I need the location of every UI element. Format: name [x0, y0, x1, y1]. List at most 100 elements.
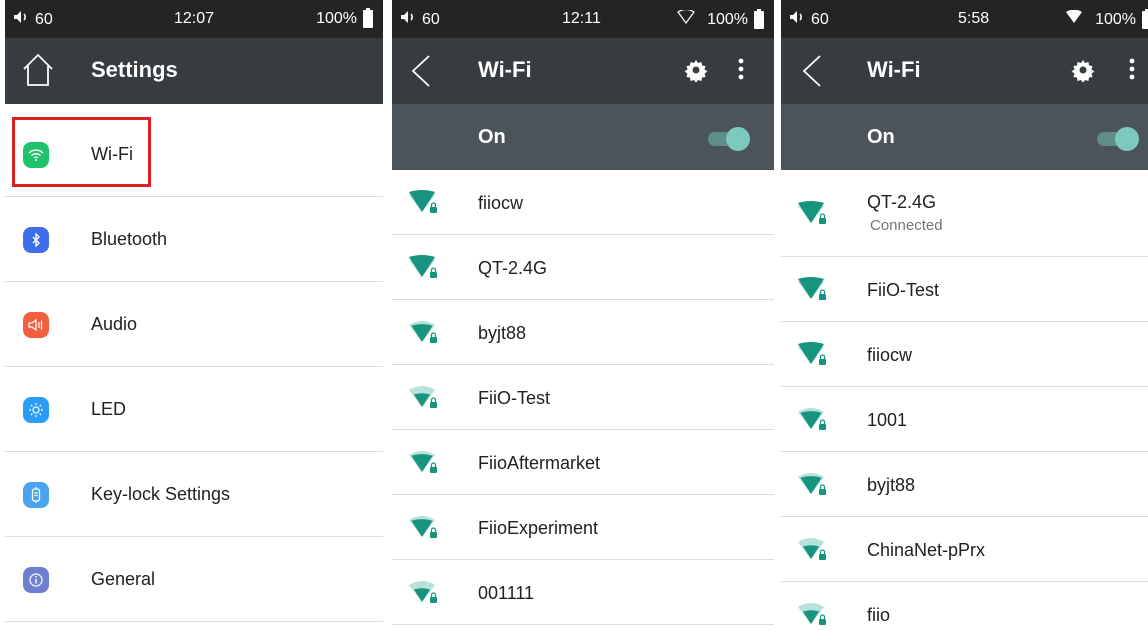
home-icon[interactable] [21, 52, 55, 93]
network-name: FiioAftermarket [478, 452, 601, 473]
app-bar: Settings [5, 38, 383, 104]
wifi-signal-lock-icon [408, 320, 440, 351]
volume-indicator: 60 [400, 10, 440, 29]
network-item[interactable]: 001111 [392, 560, 774, 625]
toggle-knob [726, 127, 750, 151]
settings-item-label: LED [91, 399, 127, 419]
wifi-toggle[interactable] [708, 127, 750, 151]
toggle-knob [1115, 127, 1139, 151]
wifi-toggle[interactable] [1097, 127, 1139, 151]
network-name: fiiocw [478, 192, 524, 213]
volume-indicator: 60 [13, 10, 53, 29]
settings-item-bluetooth[interactable]: Bluetooth [5, 197, 383, 282]
wifi-signal-lock-icon [797, 407, 829, 438]
network-item[interactable]: byjt88 [781, 452, 1148, 517]
network-item[interactable]: fiio [781, 582, 1148, 630]
bluetooth-icon [23, 227, 49, 253]
wifi-signal-lock-icon [797, 276, 829, 308]
network-item[interactable]: FiiO-Test [392, 365, 774, 430]
network-name: FiiO-Test [867, 279, 939, 300]
network-item[interactable]: 1001 [781, 387, 1148, 452]
gear-icon[interactable] [684, 58, 708, 87]
network-status: Connected [870, 216, 943, 234]
settings-item-general[interactable]: General [5, 537, 383, 622]
battery-percent: 100% [1095, 10, 1136, 28]
overflow-menu-icon[interactable] [1129, 58, 1135, 85]
wifi-signal-lock-icon [797, 602, 829, 630]
network-list: fiiocw QT-2.4G byjt88 FiiO-Test FiioAftermar… [392, 170, 774, 625]
network-item[interactable]: fiiocw [392, 170, 774, 235]
wifi-switch-label: On [867, 126, 895, 148]
settings-item-key-lock[interactable]: Key-lock Settings [5, 452, 383, 537]
status-bar: 60 5:58 100% [781, 0, 1148, 38]
status-right: 100% [316, 8, 373, 28]
wifi-signal-lock-icon [408, 515, 440, 546]
volume-indicator: 60 [789, 10, 829, 29]
volume-value: 60 [811, 10, 829, 28]
volume-value: 60 [422, 10, 440, 28]
network-name: fiio [867, 604, 891, 625]
overflow-menu-icon[interactable] [738, 58, 744, 85]
wifi-signal-lock-icon [408, 385, 440, 416]
clock: 12:11 [562, 10, 601, 27]
wifi-signal-lock-icon [797, 200, 829, 232]
status-right: 100% [677, 8, 764, 29]
battery-percent: 100% [316, 10, 357, 27]
wifi-switch-bar: On [781, 104, 1148, 170]
brightness-icon [23, 397, 49, 423]
info-icon [23, 567, 49, 593]
volume-icon [789, 10, 805, 29]
page-title: Settings [91, 57, 178, 82]
volume-icon [400, 10, 416, 29]
network-name: QT-2.4G [478, 257, 548, 278]
network-item[interactable]: Connected QT-2.4G [781, 170, 1148, 257]
volume-icon [13, 10, 29, 29]
network-name: 1001 [867, 409, 908, 430]
status-bar: 60 12:11 100% [392, 0, 774, 38]
network-item[interactable]: FiiO-Test [781, 257, 1148, 322]
wifi-screen-connected: 60 5:58 100% Wi-Fi On Connected QT-2.4G Fi… [781, 0, 1148, 630]
status-right: 100% [1065, 8, 1148, 29]
network-list: Connected QT-2.4G FiiO-Test fiiocw 1001 byjt8… [781, 170, 1148, 630]
settings-item-label: Bluetooth [91, 229, 168, 249]
clock: 12:07 [174, 10, 215, 27]
settings-item-label: Audio [91, 314, 138, 334]
network-name: byjt88 [478, 322, 527, 343]
page-title: Wi-Fi [867, 57, 921, 82]
wifi-screen-scanning: 60 12:11 100% Wi-Fi On fiiocw QT-2.4G byjt… [392, 0, 774, 630]
settings-screen: 60 12:07 100% Settings Wi-Fi Bluetooth A… [5, 0, 383, 630]
settings-item-audio[interactable]: Audio [5, 282, 383, 367]
network-item[interactable]: FiioAftermarket [392, 430, 774, 495]
network-name: fiiocw [867, 344, 913, 365]
network-item[interactable]: FiioExperiment [392, 495, 774, 560]
wifi-highlight-box [12, 117, 151, 187]
wifi-signal-lock-icon [797, 341, 829, 373]
wifi-signal-lock-icon [797, 537, 829, 568]
gear-icon[interactable] [1071, 58, 1095, 87]
battery-icon [1142, 8, 1148, 29]
keylock-icon [23, 482, 49, 508]
network-item[interactable]: QT-2.4G [392, 235, 774, 300]
wifi-switch-label: On [478, 126, 506, 148]
settings-item-label: General [91, 569, 156, 589]
wifi-filled-status-icon [1065, 9, 1083, 29]
app-bar: Wi-Fi [392, 38, 774, 104]
network-item[interactable]: fiiocw [781, 322, 1148, 387]
app-bar: Wi-Fi [781, 38, 1148, 104]
network-item[interactable]: ChinaNet-pPrx [781, 517, 1148, 582]
volume-value: 60 [35, 10, 53, 28]
battery-icon [363, 8, 373, 28]
network-name: FiioExperiment [478, 517, 599, 538]
wifi-signal-lock-icon [408, 189, 440, 221]
page-title: Wi-Fi [478, 57, 532, 82]
back-icon[interactable] [410, 54, 432, 93]
clock: 5:58 [958, 10, 990, 27]
speaker-icon [23, 312, 49, 338]
network-name: byjt88 [867, 474, 916, 495]
settings-item-led[interactable]: LED [5, 367, 383, 452]
status-bar: 60 12:07 100% [5, 0, 383, 38]
back-icon[interactable] [801, 54, 823, 93]
network-item[interactable]: byjt88 [392, 300, 774, 365]
wifi-signal-lock-icon [408, 580, 440, 611]
wifi-signal-lock-icon [408, 450, 440, 481]
